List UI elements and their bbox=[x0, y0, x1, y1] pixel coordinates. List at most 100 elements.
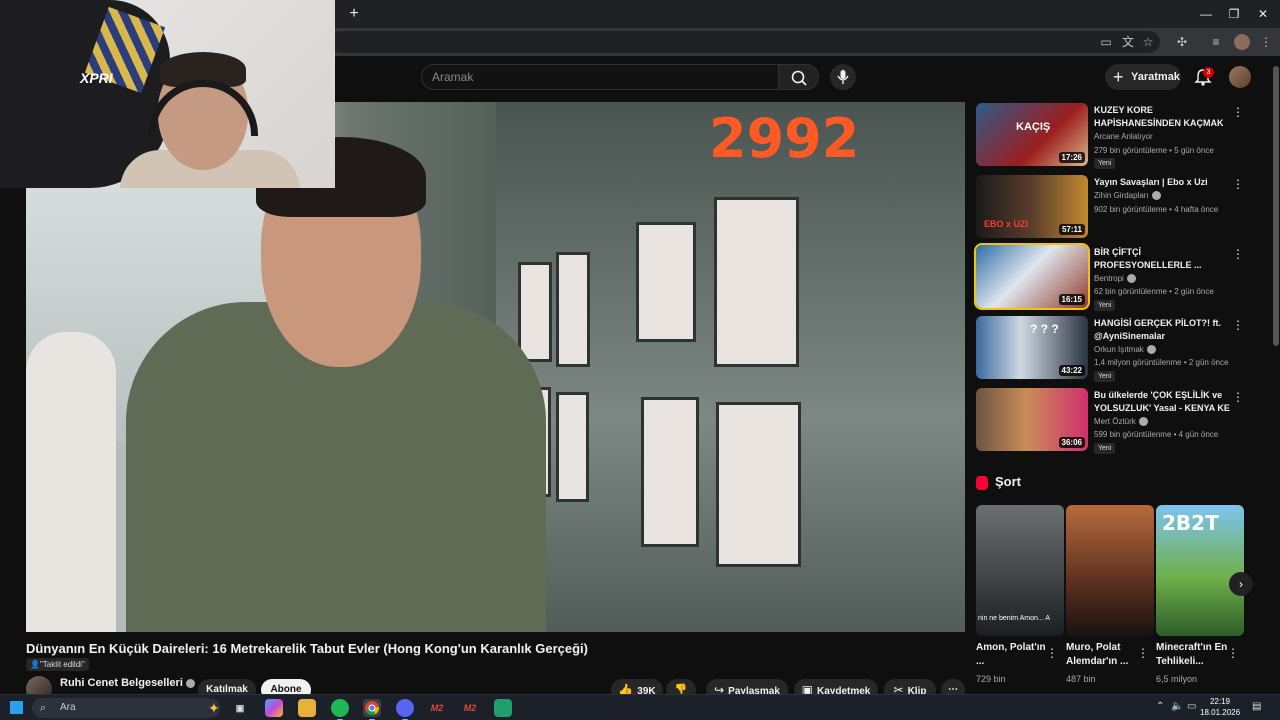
short-thumbnail-text: 2B2T bbox=[1162, 511, 1219, 535]
webcam-chair-logo: XPRI bbox=[80, 70, 113, 86]
recommendation-item[interactable]: ? ? ? 43:22 HANGİSİ GERÇEK PİLOT?! ft. @… bbox=[976, 316, 1246, 382]
new-badge: Yeni bbox=[1094, 371, 1116, 382]
recommendation-title: BİR ÇİFTÇİ PROFESYONELLERLE ... bbox=[1094, 247, 1202, 270]
voice-search-button[interactable] bbox=[830, 64, 856, 90]
person-icon: 👤 bbox=[30, 660, 40, 669]
game-app-icon[interactable]: M2 bbox=[428, 699, 446, 717]
more-vertical-icon[interactable]: ⋮ bbox=[1137, 646, 1149, 660]
notification-center-icon[interactable]: ▤ bbox=[1252, 701, 1261, 712]
channel-label: Bentropi bbox=[1094, 274, 1124, 283]
account-avatar[interactable] bbox=[1229, 66, 1251, 88]
verified-icon bbox=[1126, 274, 1136, 284]
recommendation-item[interactable]: EBO x UZI 57:11 Yayın Savaşları | Ebo x … bbox=[976, 175, 1246, 239]
close-window-button[interactable]: ✕ bbox=[1253, 4, 1273, 24]
recommendation-channel: Arcane Anlatıyor bbox=[1094, 132, 1153, 141]
disclaimer-text: "Taklit edildi" bbox=[39, 660, 85, 669]
new-badge: Yeni bbox=[1094, 158, 1116, 169]
taskbar-search[interactable]: ⌕ Ara ✦ bbox=[32, 698, 220, 718]
altered-content-label[interactable]: 👤"Taklit edildi" bbox=[26, 658, 89, 671]
recommendation-title: Yayın Savaşları | Ebo x Uzi bbox=[1094, 177, 1208, 187]
recommendation-meta: 599 bin görüntülenme • 4 gün önce bbox=[1094, 430, 1219, 439]
minimize-button[interactable]: — bbox=[1196, 4, 1216, 24]
verified-icon bbox=[1151, 191, 1161, 201]
new-badge: Yeni bbox=[1094, 443, 1116, 454]
short-thumbnail[interactable]: nin ne benim Amon... A bbox=[976, 505, 1064, 636]
spotify-icon[interactable] bbox=[331, 699, 349, 720]
short-title[interactable]: Amon, Polat'ın ... bbox=[976, 641, 1054, 669]
app-icon[interactable] bbox=[494, 699, 512, 717]
clock-date: 18.01.2026 bbox=[1200, 708, 1241, 717]
game-app-icon[interactable]: M2 bbox=[461, 699, 479, 717]
video-passerby bbox=[26, 332, 116, 632]
more-vertical-icon[interactable]: ⋮ bbox=[1232, 318, 1244, 332]
start-button[interactable] bbox=[10, 701, 23, 714]
recommendation-thumbnail[interactable]: EBO x UZI 57:11 bbox=[976, 175, 1088, 238]
task-view-icon[interactable]: ▣ bbox=[231, 699, 249, 717]
cast-icon[interactable]: ▭ bbox=[1098, 34, 1114, 50]
channel-name-text: Ruhi Cenet Belgeselleri bbox=[60, 677, 183, 689]
channel-label: Zihin Girdapları bbox=[1094, 191, 1149, 200]
video-title: Dünyanın En Küçük Daireleri: 16 Metrekar… bbox=[26, 641, 588, 656]
video-shop-sign: 2992 bbox=[709, 107, 860, 170]
verified-icon bbox=[185, 678, 195, 688]
create-button[interactable]: + Yaratmak bbox=[1105, 64, 1181, 90]
taskbar-search-label: Ara bbox=[60, 702, 76, 713]
chrome-icon[interactable] bbox=[363, 699, 381, 720]
chevron-right-icon: › bbox=[1239, 577, 1243, 591]
video-listing bbox=[636, 222, 696, 342]
short-thumbnail[interactable] bbox=[1066, 505, 1154, 636]
clock-time: 22:19 bbox=[1209, 697, 1231, 706]
recommendation-channel: Bentropi bbox=[1094, 274, 1136, 284]
recommendation-thumbnail[interactable]: KAÇIŞ 17:26 bbox=[976, 103, 1088, 166]
address-bar[interactable] bbox=[330, 31, 1160, 53]
create-label: Yaratmak bbox=[1131, 71, 1180, 83]
maximize-button[interactable]: ❐ bbox=[1224, 4, 1244, 24]
channel-label: Mert Öztürk bbox=[1094, 417, 1136, 426]
extensions-icon[interactable]: ✣ bbox=[1174, 34, 1190, 50]
microphone-icon bbox=[837, 70, 849, 84]
shorts-next-button[interactable]: › bbox=[1229, 572, 1253, 596]
reading-list-icon[interactable]: ≡ bbox=[1208, 34, 1224, 50]
copilot-icon[interactable] bbox=[265, 699, 283, 717]
more-vertical-icon[interactable]: ⋮ bbox=[1232, 390, 1244, 404]
video-duration: 17:26 bbox=[1058, 152, 1085, 163]
notification-badge: 3 bbox=[1203, 67, 1214, 78]
recommendation-meta: 279 bin görüntüleme • 5 gün önce bbox=[1094, 146, 1214, 155]
search-input[interactable]: Aramak bbox=[421, 64, 779, 90]
recommendation-item[interactable]: KAÇIŞ 17:26 KUZEY KORE HAPİSHANESİNDEN K… bbox=[976, 103, 1246, 169]
discord-icon[interactable] bbox=[396, 699, 414, 720]
search-icon bbox=[791, 70, 807, 86]
chevron-up-icon[interactable]: ⌃ bbox=[1156, 701, 1164, 712]
short-views: 729 bin bbox=[976, 674, 1006, 684]
more-vertical-icon[interactable]: ⋮ bbox=[1232, 177, 1244, 191]
recommendation-title: Bu ülkelerde 'ÇOK EŞLİLİK ve YOLSUZLUK' … bbox=[1094, 390, 1230, 413]
recommendation-thumbnail[interactable]: 36:06 bbox=[976, 388, 1088, 451]
recommendation-item[interactable]: 36:06 Bu ülkelerde 'ÇOK EŞLİLİK ve YOLSU… bbox=[976, 388, 1246, 454]
browser-menu-icon[interactable]: ⋮ bbox=[1258, 34, 1274, 50]
more-vertical-icon[interactable]: ⋮ bbox=[1232, 105, 1244, 119]
channel-name[interactable]: Ruhi Cenet Belgeselleri bbox=[60, 677, 195, 689]
recommendation-title: HANGİSİ GERÇEK PİLOT?! ft. @AyniSinemala… bbox=[1094, 318, 1221, 341]
recommendation-thumbnail[interactable]: 16:15 bbox=[974, 243, 1090, 310]
short-caption: nin ne benim Amon... A bbox=[978, 615, 1050, 622]
short-title[interactable]: Muro, Polat Alemdar'ın ... bbox=[1066, 641, 1144, 669]
more-vertical-icon[interactable]: ⋮ bbox=[1227, 646, 1239, 660]
bookmark-star-icon[interactable]: ☆ bbox=[1140, 34, 1156, 50]
profile-avatar[interactable] bbox=[1234, 34, 1250, 50]
recommendation-thumbnail[interactable]: ? ? ? 43:22 bbox=[976, 316, 1088, 379]
scrollbar-thumb[interactable] bbox=[1273, 66, 1279, 346]
recommendation-item[interactable]: 16:15 BİR ÇİFTÇİ PROFESYONELLERLE ... Be… bbox=[974, 243, 1246, 311]
more-vertical-icon[interactable]: ⋮ bbox=[1232, 247, 1244, 261]
short-title[interactable]: Minecraft'ın En Tehlikeli... bbox=[1156, 641, 1234, 669]
file-explorer-icon[interactable] bbox=[298, 699, 316, 717]
new-tab-button[interactable]: + bbox=[344, 4, 364, 24]
short-thumbnail[interactable]: 2B2T bbox=[1156, 505, 1244, 636]
system-clock[interactable]: 22:19 18.01.2026 bbox=[1200, 696, 1240, 718]
network-icon[interactable]: ▭ bbox=[1187, 701, 1196, 712]
verified-icon bbox=[1138, 417, 1148, 427]
search-button[interactable] bbox=[779, 64, 819, 90]
shorts-icon bbox=[976, 475, 988, 490]
volume-icon[interactable]: 🔈 bbox=[1171, 701, 1183, 712]
translate-icon[interactable]: 文 bbox=[1120, 34, 1136, 50]
more-vertical-icon[interactable]: ⋮ bbox=[1046, 646, 1058, 660]
